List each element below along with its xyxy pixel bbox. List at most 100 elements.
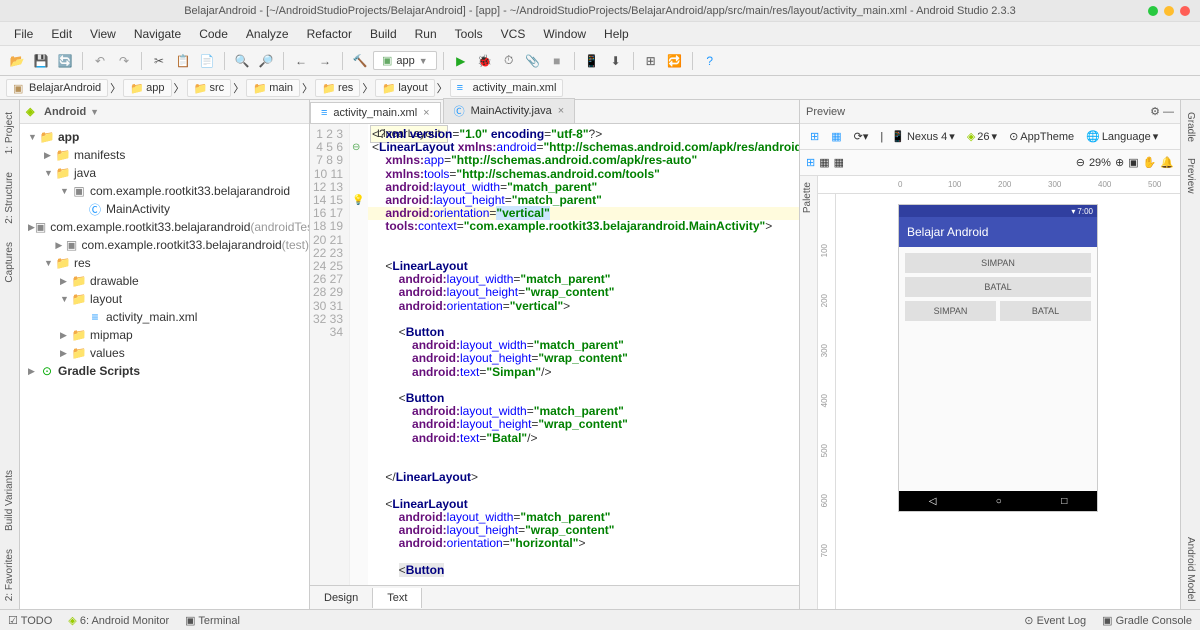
- menu-vcs[interactable]: VCS: [493, 24, 534, 44]
- tab-favorites[interactable]: 2: Favorites: [2, 541, 17, 609]
- editor-tab-activity-main[interactable]: ≡activity_main.xml×: [310, 102, 441, 123]
- zoom-in-icon[interactable]: ⊕: [1115, 156, 1124, 169]
- editor-tab-mainactivity[interactable]: ⒸMainActivity.java×: [443, 98, 576, 123]
- menu-window[interactable]: Window: [535, 24, 594, 44]
- maximize-button[interactable]: [1164, 6, 1174, 16]
- tree-activity-main[interactable]: ≡activity_main.xml: [20, 308, 309, 326]
- tree-manifests[interactable]: ▶📁manifests: [20, 146, 309, 164]
- tab-structure[interactable]: 2: Structure: [2, 164, 17, 232]
- forward-icon[interactable]: →: [314, 50, 336, 72]
- tab-captures[interactable]: Captures: [2, 234, 17, 291]
- status-android-monitor[interactable]: ◈ 6: Android Monitor: [68, 614, 169, 627]
- crumb-app[interactable]: 📁app: [123, 79, 171, 97]
- crumb-src[interactable]: 📁src: [187, 79, 232, 97]
- view-mode-icon[interactable]: ⊞: [806, 156, 815, 169]
- close-icon[interactable]: ×: [558, 105, 564, 117]
- close-button[interactable]: [1180, 6, 1190, 16]
- pan-icon[interactable]: ✋: [1143, 156, 1157, 169]
- tab-gradle[interactable]: Gradle: [1183, 104, 1198, 150]
- tab-android-model[interactable]: Android Model: [1183, 529, 1198, 609]
- profile-icon[interactable]: ⏱: [498, 50, 520, 72]
- run-icon[interactable]: ▶: [450, 50, 472, 72]
- status-event-log[interactable]: ⊙ Event Log: [1024, 614, 1086, 627]
- device-selector[interactable]: 📱Nexus 4▾: [887, 128, 959, 145]
- tree-mipmap[interactable]: ▶📁mipmap: [20, 326, 309, 344]
- device-preview[interactable]: ▾7:00 Belajar Android SIMPAN BATAL SIMPA…: [898, 204, 1098, 512]
- close-icon[interactable]: ×: [423, 107, 429, 119]
- cut-icon[interactable]: ✂: [148, 50, 170, 72]
- fit-icon[interactable]: ▣: [1128, 156, 1138, 169]
- tree-gradle[interactable]: ▶⊙Gradle Scripts: [20, 362, 309, 380]
- menu-tools[interactable]: Tools: [447, 24, 491, 44]
- tab-text[interactable]: Text: [373, 588, 422, 608]
- crumb-file[interactable]: ≡activity_main.xml: [450, 79, 564, 97]
- tree-pkg1[interactable]: ▼▣com.example.rootkit33.belajarandroid: [20, 182, 309, 200]
- menu-build[interactable]: Build: [362, 24, 405, 44]
- back-icon[interactable]: ←: [290, 50, 312, 72]
- tree-res[interactable]: ▼📁res: [20, 254, 309, 272]
- minimize-button[interactable]: [1148, 6, 1158, 16]
- hide-icon[interactable]: —: [1163, 106, 1174, 118]
- zoom-out-icon[interactable]: ⊖: [1076, 156, 1085, 169]
- chevron-down-icon[interactable]: ▼: [90, 107, 99, 117]
- run-config-selector[interactable]: ▣app▼: [373, 51, 437, 70]
- menu-run[interactable]: Run: [407, 24, 445, 44]
- sync-icon[interactable]: 🔄: [54, 50, 76, 72]
- view-mode-icon2[interactable]: ▦: [819, 156, 829, 169]
- menu-file[interactable]: File: [6, 24, 41, 44]
- sync2-icon[interactable]: 🔁: [664, 50, 686, 72]
- redo-icon[interactable]: ↷: [113, 50, 135, 72]
- tab-design[interactable]: Design: [310, 588, 373, 608]
- warnings-icon[interactable]: 🔔: [1160, 156, 1174, 169]
- palette-tab[interactable]: Palette: [800, 176, 818, 609]
- tree-java[interactable]: ▼📁java: [20, 164, 309, 182]
- menu-help[interactable]: Help: [596, 24, 637, 44]
- tree-layout[interactable]: ▼📁layout: [20, 290, 309, 308]
- view-blueprint-icon[interactable]: ▦: [827, 128, 845, 145]
- tab-project[interactable]: 1: Project: [2, 104, 17, 162]
- language-selector[interactable]: 🌐Language▾: [1082, 128, 1162, 145]
- view-grid-icon[interactable]: ⊞: [806, 128, 823, 145]
- attach-icon[interactable]: 📎: [522, 50, 544, 72]
- crumb-layout[interactable]: 📁layout: [375, 79, 434, 97]
- theme-selector[interactable]: ⊙AppTheme: [1005, 128, 1078, 145]
- tree-drawable[interactable]: ▶📁drawable: [20, 272, 309, 290]
- view-mode-icon3[interactable]: ▦: [834, 156, 844, 169]
- menu-analyze[interactable]: Analyze: [238, 24, 297, 44]
- gear-icon[interactable]: ⚙: [1150, 106, 1160, 118]
- copy-icon[interactable]: 📋: [172, 50, 194, 72]
- source-code[interactable]: <?xml version="1.0" encoding="utf-8"?><L…: [368, 124, 799, 585]
- tree-pkg2[interactable]: ▶▣com.example.rootkit33.belajarandroid (…: [20, 218, 309, 236]
- avd-icon[interactable]: 📱: [581, 50, 603, 72]
- menu-view[interactable]: View: [82, 24, 124, 44]
- status-gradle-console[interactable]: ▣ Gradle Console: [1102, 614, 1192, 627]
- undo-icon[interactable]: ↶: [89, 50, 111, 72]
- crumb-res[interactable]: 📁res: [315, 79, 360, 97]
- code-area[interactable]: 1 2 3 4 5 6 7 8 9 10 11 12 13 14 15 16 1…: [310, 124, 799, 585]
- help-icon[interactable]: ?: [699, 50, 721, 72]
- menu-refactor[interactable]: Refactor: [299, 24, 360, 44]
- api-selector[interactable]: ◈26▾: [963, 128, 1001, 145]
- sdk-icon[interactable]: ⬇: [605, 50, 627, 72]
- tab-build-variants[interactable]: Build Variants: [2, 462, 17, 539]
- find-icon[interactable]: 🔍: [231, 50, 253, 72]
- stop-icon[interactable]: ■: [546, 50, 568, 72]
- orientation-icon[interactable]: ⟳▾: [850, 128, 873, 145]
- replace-icon[interactable]: 🔎: [255, 50, 277, 72]
- crumb-main[interactable]: 📁main: [246, 79, 300, 97]
- status-todo[interactable]: ☑ TODO: [8, 614, 52, 627]
- menu-edit[interactable]: Edit: [43, 24, 80, 44]
- tree-app[interactable]: ▼📁app: [20, 128, 309, 146]
- menu-code[interactable]: Code: [191, 24, 236, 44]
- structure-icon[interactable]: ⊞: [640, 50, 662, 72]
- status-terminal[interactable]: ▣ Terminal: [185, 614, 240, 627]
- menu-navigate[interactable]: Navigate: [126, 24, 189, 44]
- paste-icon[interactable]: 📄: [196, 50, 218, 72]
- tree-values[interactable]: ▶📁values: [20, 344, 309, 362]
- tree-pkg3[interactable]: ▶▣com.example.rootkit33.belajarandroid (…: [20, 236, 309, 254]
- save-icon[interactable]: 💾: [30, 50, 52, 72]
- open-icon[interactable]: 📂: [6, 50, 28, 72]
- make-icon[interactable]: 🔨: [349, 50, 371, 72]
- tree-mainactivity[interactable]: ⒸMainActivity: [20, 200, 309, 218]
- crumb-project[interactable]: ▣BelajarAndroid: [6, 79, 108, 97]
